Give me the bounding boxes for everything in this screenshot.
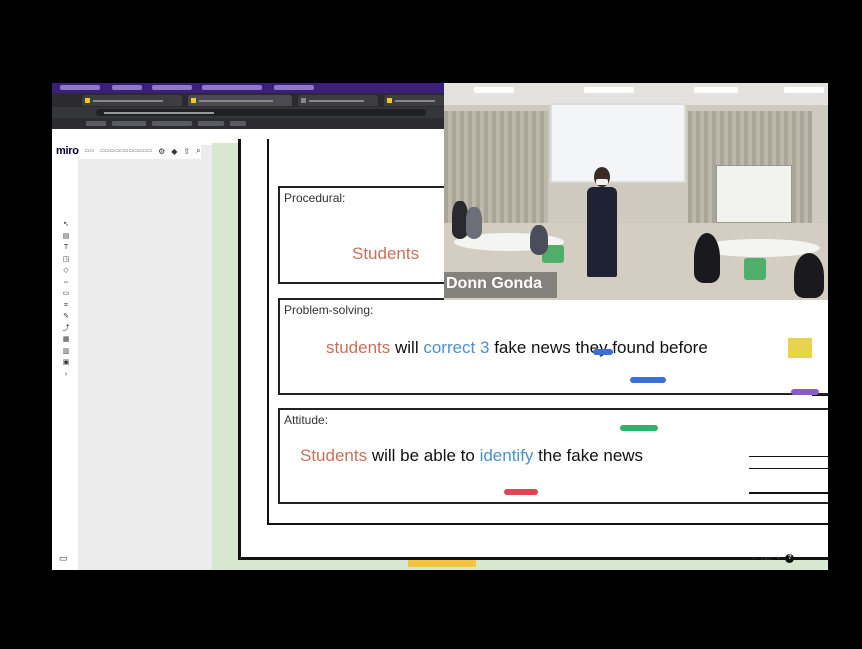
browser-tab[interactable]	[298, 95, 378, 106]
search-icon[interactable]: ⌕	[196, 146, 200, 156]
projector-screen	[550, 103, 686, 183]
upload-icon[interactable]: ⇧	[183, 147, 190, 156]
pen-icon[interactable]: ✎	[63, 312, 69, 323]
word-the-fake-news: the fake news	[533, 446, 644, 465]
cursor-tag-red	[504, 489, 538, 495]
word-correct-3: correct 3	[423, 338, 490, 357]
overflow-text-fragment: ██	[788, 338, 813, 357]
zoom-level[interactable]: ▭▭	[761, 555, 772, 562]
panel-toggle-icon[interactable]: ▭	[59, 553, 68, 564]
address-bar-row	[52, 107, 444, 118]
word-will: will	[390, 338, 424, 357]
student	[530, 225, 548, 255]
board-menu[interactable]: ▭▭	[85, 148, 94, 154]
video-frame: Procedural: Students Problem-solving: st…	[0, 0, 862, 649]
connector-line	[812, 395, 828, 396]
speaker-name-label: Donn Gonda	[444, 272, 557, 298]
ceiling	[444, 83, 828, 105]
zoom-out-icon[interactable]: −	[752, 556, 756, 562]
webcam-video: Donn Gonda	[444, 83, 828, 300]
word-students-2: Students	[300, 446, 368, 465]
cursor-icon[interactable]: ↖	[63, 220, 69, 231]
browser-tab-active[interactable]	[188, 95, 292, 106]
shape-icon[interactable]: ◇	[63, 266, 68, 277]
bookmark-item[interactable]	[230, 121, 246, 126]
bookmark-item[interactable]	[112, 121, 146, 126]
miro-top-toolbar: miro ▭▭ ▭▭▭▭▭▭▭▭▭▭▭ ⚙ ◆ ⇧ ⌕	[56, 143, 201, 159]
bookmarks-bar	[52, 118, 444, 129]
more-icon[interactable]: ›	[65, 370, 67, 381]
procedural-box[interactable]: Procedural: Students	[278, 186, 458, 284]
zoom-in-icon[interactable]: +	[777, 556, 781, 562]
cursor-tag-blue-2	[630, 377, 666, 383]
bookmark-item[interactable]	[86, 121, 106, 126]
notifications-icon[interactable]: ◆	[171, 147, 177, 156]
grid-icon[interactable]: ▦	[63, 335, 70, 346]
teacher	[587, 187, 617, 277]
connector-line-2	[749, 456, 828, 457]
frame-icon[interactable]: ⌗	[64, 301, 68, 312]
browser-tab[interactable]	[82, 95, 182, 106]
chair	[744, 258, 766, 280]
settings-icon[interactable]: ⚙	[158, 147, 165, 156]
browser-tab[interactable]	[384, 95, 444, 106]
miro-logo[interactable]: miro	[56, 145, 79, 157]
face-mask	[596, 179, 608, 185]
attitude-text: Students will be able to identify the fa…	[300, 446, 643, 466]
upload-icon[interactable]: ⤴	[63, 324, 70, 335]
word-will-be-able-to: will be able to	[367, 446, 480, 465]
procedural-text: Students	[352, 244, 420, 263]
calendar-icon[interactable]: ▣	[63, 358, 70, 369]
word-identify: identify	[479, 446, 534, 465]
bookmark-item[interactable]	[152, 121, 192, 126]
word-students: students	[326, 338, 391, 357]
templates-icon[interactable]: ▤	[63, 232, 70, 243]
shared-screen: Procedural: Students Problem-solving: st…	[52, 83, 828, 570]
attitude-box[interactable]: Attitude: Students will be able to ident…	[278, 408, 828, 504]
cursor-tag-green	[620, 425, 658, 431]
text-icon[interactable]: T	[64, 243, 68, 254]
os-title-bar	[52, 83, 444, 93]
student	[794, 253, 824, 298]
student	[694, 233, 720, 283]
board-title[interactable]: ▭▭▭▭▭▭▭▭▭▭▭	[100, 148, 152, 154]
problem-solving-text: students will correct 3 fake news they f…	[326, 338, 708, 358]
comment-icon[interactable]: ▭	[63, 289, 70, 300]
bookmark-item[interactable]	[198, 121, 224, 126]
connector-line-4	[749, 492, 828, 494]
url-field[interactable]	[96, 109, 426, 116]
whiteboard	[716, 165, 792, 223]
speaker-name: Donn Gonda	[446, 275, 542, 292]
table-icon[interactable]: ▥	[63, 347, 70, 358]
help-icon[interactable]: ?	[785, 554, 795, 563]
problem-solving-box[interactable]: Problem-solving: students will correct 3…	[278, 298, 828, 395]
sticky-note-icon[interactable]: ◳	[63, 255, 70, 266]
cursor-tag-blue	[593, 349, 613, 355]
connector-line-3	[749, 468, 828, 469]
procedural-label: Procedural:	[284, 191, 346, 205]
attitude-label: Attitude:	[284, 413, 329, 427]
zoom-controls: − ▭▭ + ?	[752, 554, 795, 563]
left-toolbar: ↖ ▤ T ◳ ◇ ⇔ ▭ ⌗ ✎ ⤴ ▦ ▥ ▣ ›	[59, 220, 73, 380]
presenter-banner[interactable]	[408, 560, 476, 567]
student	[466, 207, 482, 239]
left-panel	[78, 145, 212, 570]
connector-icon[interactable]: ⇔	[63, 278, 70, 289]
browser-tab-bar	[52, 93, 444, 107]
problem-solving-label: Problem-solving:	[284, 303, 374, 317]
